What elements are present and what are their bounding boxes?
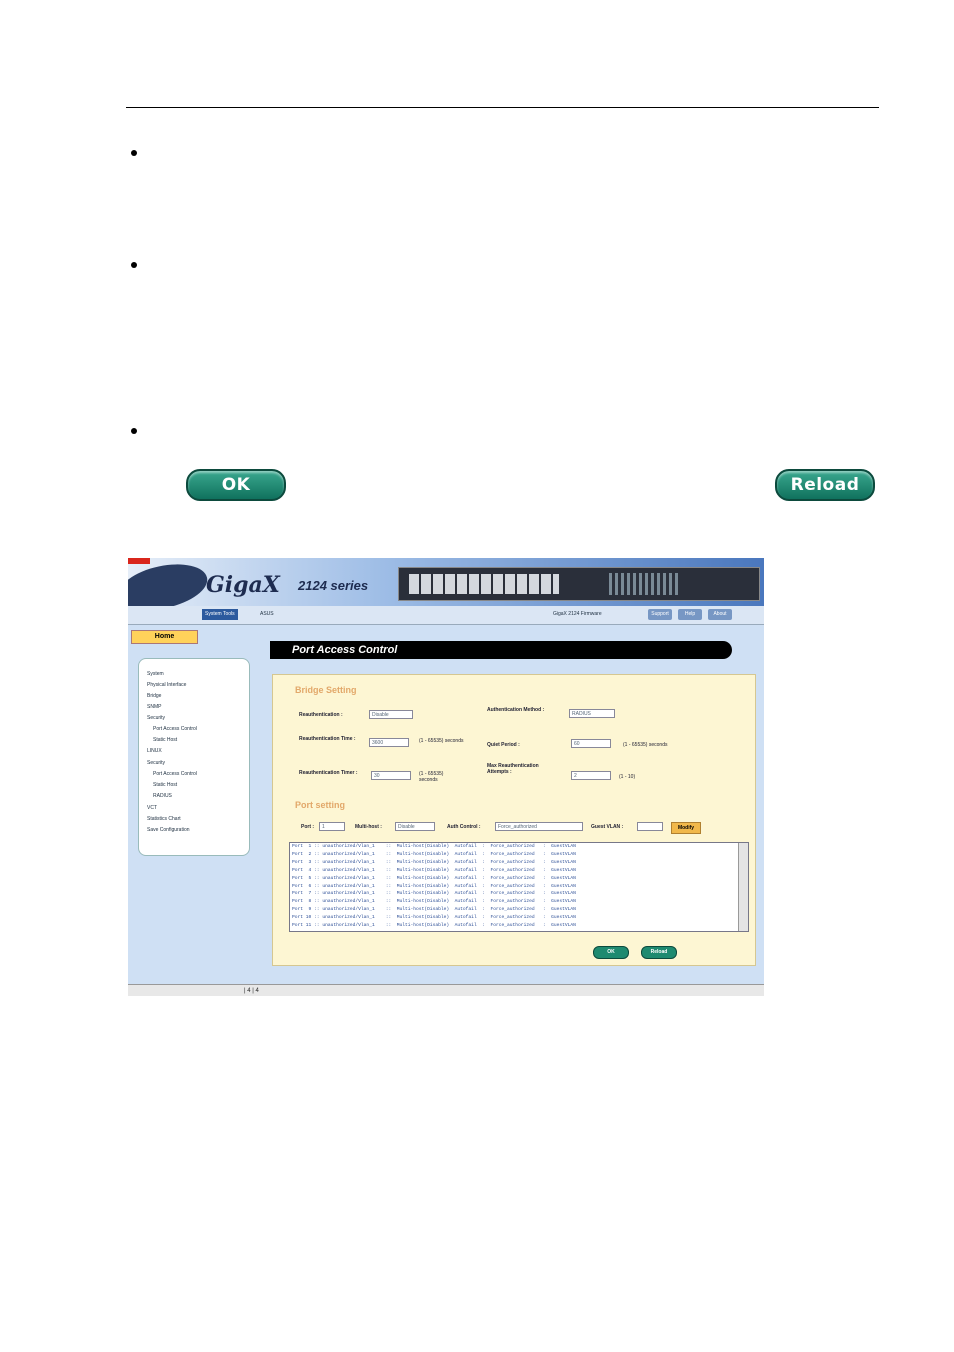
port-status-list[interactable]: Port 1 :: unauthorized/Vlan_1 :: Multi-h…: [289, 842, 749, 932]
toolbar-info: GigaX 2124 Firmware: [553, 611, 602, 617]
nav-item-security-2[interactable]: Security: [147, 760, 165, 767]
guest-vlan-label: Guest VLAN :: [591, 824, 624, 830]
product-series: 2124 series: [298, 578, 369, 593]
horizontal-scrollbar[interactable]: | 4 | 4: [128, 984, 764, 996]
tab-system-tools[interactable]: System Tools: [202, 609, 238, 620]
product-logo: GigaX: [206, 572, 280, 598]
quiet-period-input[interactable]: 60: [571, 739, 611, 748]
port-label: Port :: [301, 824, 315, 830]
nav-item-linux[interactable]: LINUX: [147, 748, 162, 755]
list-item[interactable]: Port 1 :: unauthorized/Vlan_1 :: Multi-h…: [290, 843, 748, 851]
nav-item-vct[interactable]: VCT: [147, 805, 157, 812]
bullet-2: [131, 262, 137, 268]
max-reauth-input[interactable]: 2: [571, 771, 611, 780]
reload-button[interactable]: Reload: [775, 469, 875, 501]
list-item[interactable]: Port 8 :: unauthorized/Vlan_1 :: Multi-h…: [290, 898, 748, 906]
status-text: | 4 | 4: [244, 988, 259, 994]
header-rule: [126, 107, 879, 108]
quiet-period-hint: (1 - 65535) seconds: [623, 742, 668, 748]
port-setting-title: Port setting: [295, 800, 346, 810]
auth-control-label: Auth Control :: [447, 824, 481, 830]
reauth-timeout-hint: (1 - 65535) seconds: [419, 771, 444, 783]
list-item[interactable]: Port 10 :: unauthorized/Vlan_1 :: Multi-…: [290, 914, 748, 922]
nav-item-physical-interface[interactable]: Physical Interface: [147, 682, 186, 689]
reauth-timeout-label: Reauthentication Timer :: [299, 770, 358, 776]
nav-item-port-access-control[interactable]: Port Access Control: [153, 726, 197, 733]
nav-item-radius[interactable]: RADIUS: [153, 793, 172, 800]
reauth-select[interactable]: Disable: [369, 710, 413, 719]
nav-item-static-host[interactable]: Static Host: [153, 737, 177, 744]
support-button[interactable]: Support: [648, 609, 672, 620]
screenshot-figure: GigaX 2124 series System Tools ASUS Giga…: [128, 558, 764, 996]
page-title: Port Access Control: [270, 641, 732, 659]
reauth-time-input[interactable]: 3600: [369, 738, 409, 747]
bullet-1: [131, 150, 137, 156]
reauth-time-label: Reauthentication Time :: [299, 736, 356, 742]
list-item[interactable]: Port 6 :: unauthorized/Vlan_1 :: Multi-h…: [290, 883, 748, 891]
nav-item-snmp[interactable]: SNMP: [147, 704, 161, 711]
nav-item-statistics-chart[interactable]: Statistics Chart: [147, 816, 181, 823]
list-item[interactable]: Port 11 :: unauthorized/Vlan_1 :: Multi-…: [290, 922, 748, 930]
reauth-time-hint: (1 - 65535) seconds: [419, 738, 464, 744]
bullet-3: [131, 428, 137, 434]
list-item[interactable]: Port 2 :: unauthorized/Vlan_1 :: Multi-h…: [290, 851, 748, 859]
nav-item-port-access-control-2[interactable]: Port Access Control: [153, 771, 197, 778]
list-item[interactable]: Port 7 :: unauthorized/Vlan_1 :: Multi-h…: [290, 890, 748, 898]
port-select[interactable]: 1: [319, 822, 345, 831]
guest-vlan-input[interactable]: [637, 822, 663, 831]
nav-item-bridge[interactable]: Bridge: [147, 693, 161, 700]
sidebar-nav: System Physical Interface Bridge SNMP Se…: [138, 658, 250, 856]
reauth-timeout-input[interactable]: 30: [371, 771, 411, 780]
toolbar-context: ASUS: [260, 611, 274, 617]
help-button[interactable]: Help: [678, 609, 702, 620]
modify-button[interactable]: Modify: [671, 822, 701, 834]
nav-item-save-configuration[interactable]: Save Configuration: [147, 827, 190, 834]
list-item[interactable]: Port 5 :: unauthorized/Vlan_1 :: Multi-h…: [290, 875, 748, 883]
ok-button[interactable]: OK: [186, 469, 286, 501]
switch-ports: [409, 574, 559, 594]
auth-control-select[interactable]: Force_authorized: [495, 822, 583, 831]
list-item[interactable]: Port 9 :: unauthorized/Vlan_1 :: Multi-h…: [290, 906, 748, 914]
multi-host-label: Multi-host :: [355, 824, 382, 830]
list-item[interactable]: Port 3 :: unauthorized/Vlan_1 :: Multi-h…: [290, 859, 748, 867]
auth-method-label: Authentication Method :: [487, 707, 545, 713]
about-button[interactable]: About: [708, 609, 732, 620]
settings-panel: Bridge Setting Reauthentication : Disabl…: [272, 674, 756, 966]
switch-leds: [609, 573, 679, 595]
quiet-period-label: Quiet Period :: [487, 742, 520, 748]
banner: GigaX 2124 series: [128, 558, 764, 617]
list-item[interactable]: Port 4 :: unauthorized/Vlan_1 :: Multi-h…: [290, 867, 748, 875]
home-tab[interactable]: Home: [131, 630, 198, 644]
nav-item-system[interactable]: System: [147, 671, 164, 678]
toolbar: System Tools ASUS GigaX 2124 Firmware Su…: [128, 606, 764, 625]
multi-host-select[interactable]: Disable: [395, 822, 435, 831]
max-reauth-label: Max Reauthentication Attempts :: [487, 763, 539, 775]
brand-strip: [128, 558, 150, 564]
max-reauth-hint: (1 - 10): [619, 774, 636, 780]
reauth-label: Reauthentication :: [299, 712, 343, 718]
panel-ok-button[interactable]: OK: [593, 946, 629, 959]
bridge-setting-title: Bridge Setting: [295, 685, 357, 695]
nav-item-security[interactable]: Security: [147, 715, 165, 722]
list-scrollbar[interactable]: [738, 843, 748, 931]
auth-method-select[interactable]: RADIUS: [569, 709, 615, 718]
switch-device-image: [398, 567, 760, 601]
nav-item-static-host-2[interactable]: Static Host: [153, 782, 177, 789]
panel-reload-button[interactable]: Reload: [641, 946, 677, 959]
